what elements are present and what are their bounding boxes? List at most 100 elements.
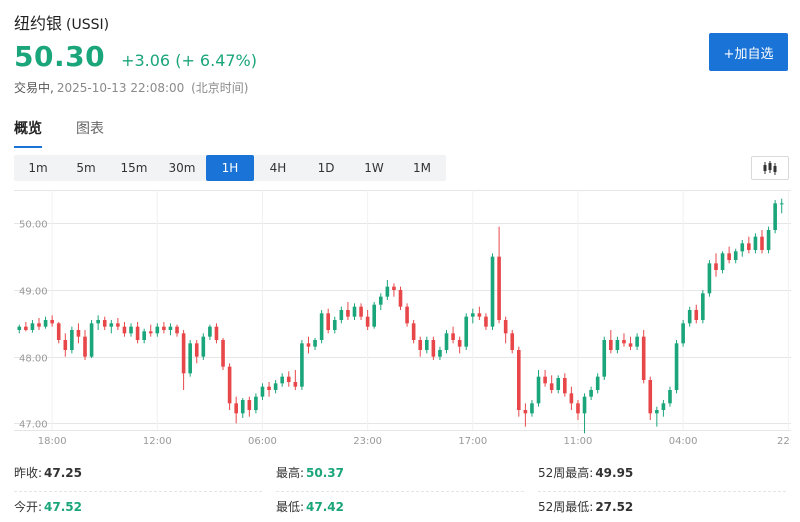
- candle-body: [549, 383, 554, 390]
- tab-overview[interactable]: 概览: [14, 118, 42, 148]
- candle-body: [188, 343, 192, 374]
- candle-body: [37, 323, 41, 327]
- y-tick-label: 48.00: [19, 354, 48, 365]
- candle-body: [260, 386, 265, 397]
- candle-body: [17, 326, 22, 330]
- candlestick-icon: [763, 161, 777, 175]
- timestamp: 2025-10-13 22:08:00: [56, 81, 185, 95]
- y-tick-label: 49.00: [19, 287, 48, 298]
- period-1m[interactable]: 1m: [14, 155, 62, 181]
- stat-prev-close: 昨收: 47.25: [14, 464, 262, 492]
- candle-body: [102, 320, 107, 327]
- candle-body: [714, 263, 718, 270]
- candle-body: [168, 326, 173, 330]
- x-tick-label: 22:0: [777, 436, 791, 447]
- candle-body: [753, 236, 758, 250]
- chart-type-button[interactable]: [751, 156, 789, 180]
- candle-body: [50, 320, 54, 324]
- candle-body: [254, 396, 258, 410]
- candle-body: [760, 236, 764, 250]
- candle-body: [392, 286, 396, 290]
- timezone-label: (北京时间): [191, 81, 249, 95]
- candle-body: [773, 203, 777, 230]
- candle-body: [543, 376, 547, 384]
- trading-status: 交易中, 2025-10-13 22:08:00 (北京时间): [14, 79, 248, 96]
- candle-body: [227, 366, 232, 404]
- period-1mo[interactable]: 1M: [398, 155, 446, 181]
- candle-body: [740, 243, 745, 252]
- candle-body: [378, 296, 383, 305]
- view-tabs: 概览 图表: [14, 118, 138, 148]
- period-30m[interactable]: 30m: [158, 155, 206, 181]
- candle-body: [451, 333, 455, 340]
- candle-body: [497, 256, 501, 320]
- candle-body: [431, 340, 436, 357]
- candle-body: [63, 340, 68, 350]
- candle-body: [109, 323, 114, 327]
- instrument-symbol: (USSI): [66, 17, 110, 33]
- candle-body: [385, 286, 390, 297]
- candle-body: [720, 253, 725, 270]
- candle-body: [609, 340, 613, 350]
- stat-value: 47.42: [306, 500, 345, 514]
- period-1d[interactable]: 1D: [302, 155, 350, 181]
- candle-body: [89, 323, 94, 357]
- add-watchlist-button[interactable]: +加自选: [709, 33, 788, 71]
- stat-label: 昨收:: [14, 466, 43, 480]
- candle-body: [181, 333, 186, 374]
- candle-body: [424, 340, 429, 350]
- candle-body: [201, 336, 206, 357]
- candle-body: [530, 403, 534, 414]
- candle-body: [405, 306, 409, 324]
- candle-body: [563, 378, 567, 394]
- candle-body: [96, 320, 100, 324]
- candle-body: [267, 386, 271, 390]
- candle-body: [727, 253, 731, 260]
- candle-body: [56, 323, 61, 340]
- candle-body: [628, 343, 633, 347]
- candle-body: [576, 403, 580, 414]
- candle-body: [293, 382, 298, 387]
- candle-body: [674, 343, 679, 390]
- candle-body: [615, 340, 620, 350]
- candle-body: [142, 331, 146, 340]
- candle-body: [306, 343, 311, 347]
- price-chart[interactable]: 50.00 49.00 48.00 47.00 18:00 12:00 06:00 23:00…: [14, 190, 791, 452]
- stat-52w-high: 52周最高: 49.95: [538, 464, 786, 492]
- candle-body: [70, 330, 74, 350]
- candle-body: [43, 320, 48, 327]
- candle-body: [221, 340, 225, 367]
- last-price: 50.30: [14, 40, 106, 73]
- candle-body: [444, 333, 449, 350]
- period-1w[interactable]: 1W: [350, 155, 398, 181]
- period-1h[interactable]: 1H: [206, 155, 254, 181]
- candle-body: [319, 313, 324, 340]
- candle-body: [484, 316, 488, 327]
- candle-body: [622, 340, 626, 344]
- candle-body: [733, 251, 738, 260]
- candle-body: [214, 326, 219, 340]
- stat-label: 最低:: [276, 500, 305, 514]
- period-15m[interactable]: 15m: [110, 155, 158, 181]
- stat-value: 49.95: [595, 466, 634, 480]
- period-5m[interactable]: 5m: [62, 155, 110, 181]
- tab-chart[interactable]: 图表: [76, 118, 104, 148]
- candle-body: [148, 331, 153, 334]
- candle-body: [503, 320, 508, 334]
- period-4h[interactable]: 4H: [254, 155, 302, 181]
- stat-value: 47.25: [44, 466, 83, 480]
- candle-body: [687, 310, 692, 324]
- price-row: 50.30 +3.06 (+ 6.47%): [14, 40, 257, 73]
- instrument-name: 纽约银: [14, 14, 63, 33]
- x-tick-label: 04:00: [669, 436, 698, 447]
- candle-body: [280, 376, 284, 384]
- candle-body: [766, 230, 771, 250]
- candle-body: [411, 323, 416, 340]
- instrument-title: 纽约银 (USSI): [14, 10, 109, 34]
- candle-body: [694, 310, 699, 320]
- candle-body: [523, 410, 528, 414]
- candle-body: [641, 336, 646, 380]
- candle-body: [234, 403, 238, 414]
- candle-body: [116, 323, 120, 327]
- candle-body: [582, 396, 587, 414]
